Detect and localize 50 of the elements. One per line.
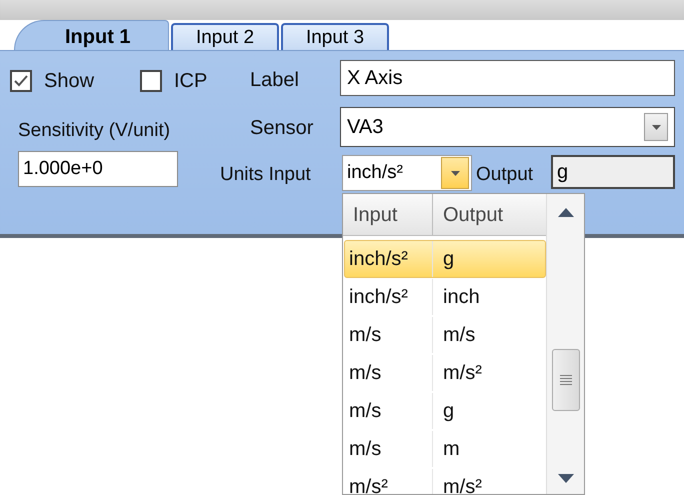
scroll-down-icon[interactable]	[558, 474, 574, 483]
list-cell: m/s	[345, 355, 433, 391]
column-header[interactable]: Input	[343, 194, 433, 235]
dropdown-button[interactable]	[644, 113, 668, 141]
list-cell: inch/s²	[345, 279, 433, 315]
caret-icon	[652, 124, 660, 130]
list-cell: m/s	[345, 393, 433, 429]
list-cell-text: m/s	[442, 323, 476, 348]
check-icon	[13, 74, 29, 88]
sensitivity-caption: Sensitivity (V/unit)	[18, 119, 170, 143]
sensor-value: VA3	[347, 115, 384, 140]
tab[interactable]: Input 2	[171, 23, 279, 52]
scrollbar-thumb[interactable]	[552, 349, 580, 411]
list-row[interactable]: m/s m/s²	[344, 354, 546, 392]
units-input-dropdown[interactable]: inch/s²	[342, 155, 472, 191]
caret-icon	[450, 170, 460, 176]
output-field: g	[551, 155, 675, 189]
list-row[interactable]: m/s m	[344, 430, 546, 468]
list-row[interactable]: m/s m/s	[344, 316, 546, 354]
list-cell: m/s²	[345, 469, 433, 494]
tab[interactable]: Input 1	[14, 20, 169, 52]
list-cell: m/s	[345, 317, 433, 353]
units-input-value: inch/s²	[347, 160, 403, 185]
sensor-dropdown[interactable]: VA3	[340, 107, 675, 147]
list-row[interactable]: inch/s² g	[344, 240, 546, 278]
scroll-up-icon[interactable]	[558, 208, 574, 217]
icp-checkbox[interactable]	[140, 70, 162, 92]
label-field[interactable]: X Axis	[340, 60, 675, 96]
show-label: Show	[44, 69, 94, 94]
sensor-caption: Sensor	[250, 116, 314, 141]
dropdown-button[interactable]	[441, 157, 469, 189]
list-row[interactable]: m/s g	[344, 392, 546, 430]
sensitivity-field[interactable]: 1.000e+0	[18, 151, 178, 187]
list-cell-text: g	[442, 399, 454, 424]
list-cell-text: m	[442, 437, 460, 462]
list-cell: m/s	[345, 431, 433, 467]
column-header[interactable]: Output	[433, 194, 547, 235]
list-cell: inch/s²	[345, 241, 433, 277]
units-input-caption: Units Input	[220, 163, 311, 187]
output-caption: Output	[476, 163, 534, 187]
list-row[interactable]: m/s² m/s²	[344, 468, 546, 494]
icp-label: ICP	[174, 69, 208, 94]
show-checkbox[interactable]	[10, 70, 32, 92]
list-cell-text: g	[442, 247, 454, 272]
list-cell-text: m/s²	[442, 475, 482, 494]
label-caption: Label	[250, 68, 299, 93]
list-cell-text: m/s²	[442, 361, 482, 386]
list-cell-text: inch	[442, 285, 480, 310]
tab[interactable]: Input 3	[281, 23, 389, 52]
list-row[interactable]: inch/s² inch	[344, 278, 546, 316]
